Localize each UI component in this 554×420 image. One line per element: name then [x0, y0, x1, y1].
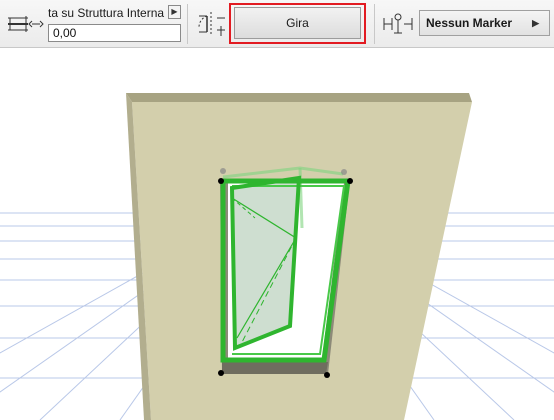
chevron-right-icon: ▶ [532, 18, 539, 28]
window-hotspot-ghost[interactable] [341, 169, 347, 175]
opening-direction-icon[interactable] [195, 8, 227, 40]
reference-line-label: ta su Struttura Interna [48, 6, 165, 20]
wall-reference-line-icon[interactable] [6, 12, 44, 36]
window-placement-view: ta su Struttura Interna ▶ Gira [0, 0, 554, 420]
chevron-right-icon[interactable]: ▶ [168, 5, 181, 19]
window-hotspot-ghost[interactable] [220, 168, 226, 174]
toolbar-divider [187, 4, 188, 44]
marker-select-value: Nessun Marker [426, 16, 513, 30]
toolbar-divider [374, 4, 375, 44]
window-hotspot[interactable] [218, 178, 224, 184]
window-hotspot[interactable] [218, 370, 224, 376]
window-hotspot[interactable] [324, 372, 330, 378]
3d-viewport[interactable] [0, 48, 554, 420]
marker-icon[interactable] [382, 11, 414, 37]
offset-input[interactable] [48, 24, 181, 42]
marker-select[interactable]: Nessun Marker ▶ [419, 10, 550, 36]
wall-top-face [126, 93, 472, 102]
info-box-toolbar: ta su Struttura Interna ▶ Gira [0, 0, 554, 48]
window-hotspot[interactable] [347, 178, 353, 184]
rotate-button[interactable]: Gira [234, 7, 361, 39]
